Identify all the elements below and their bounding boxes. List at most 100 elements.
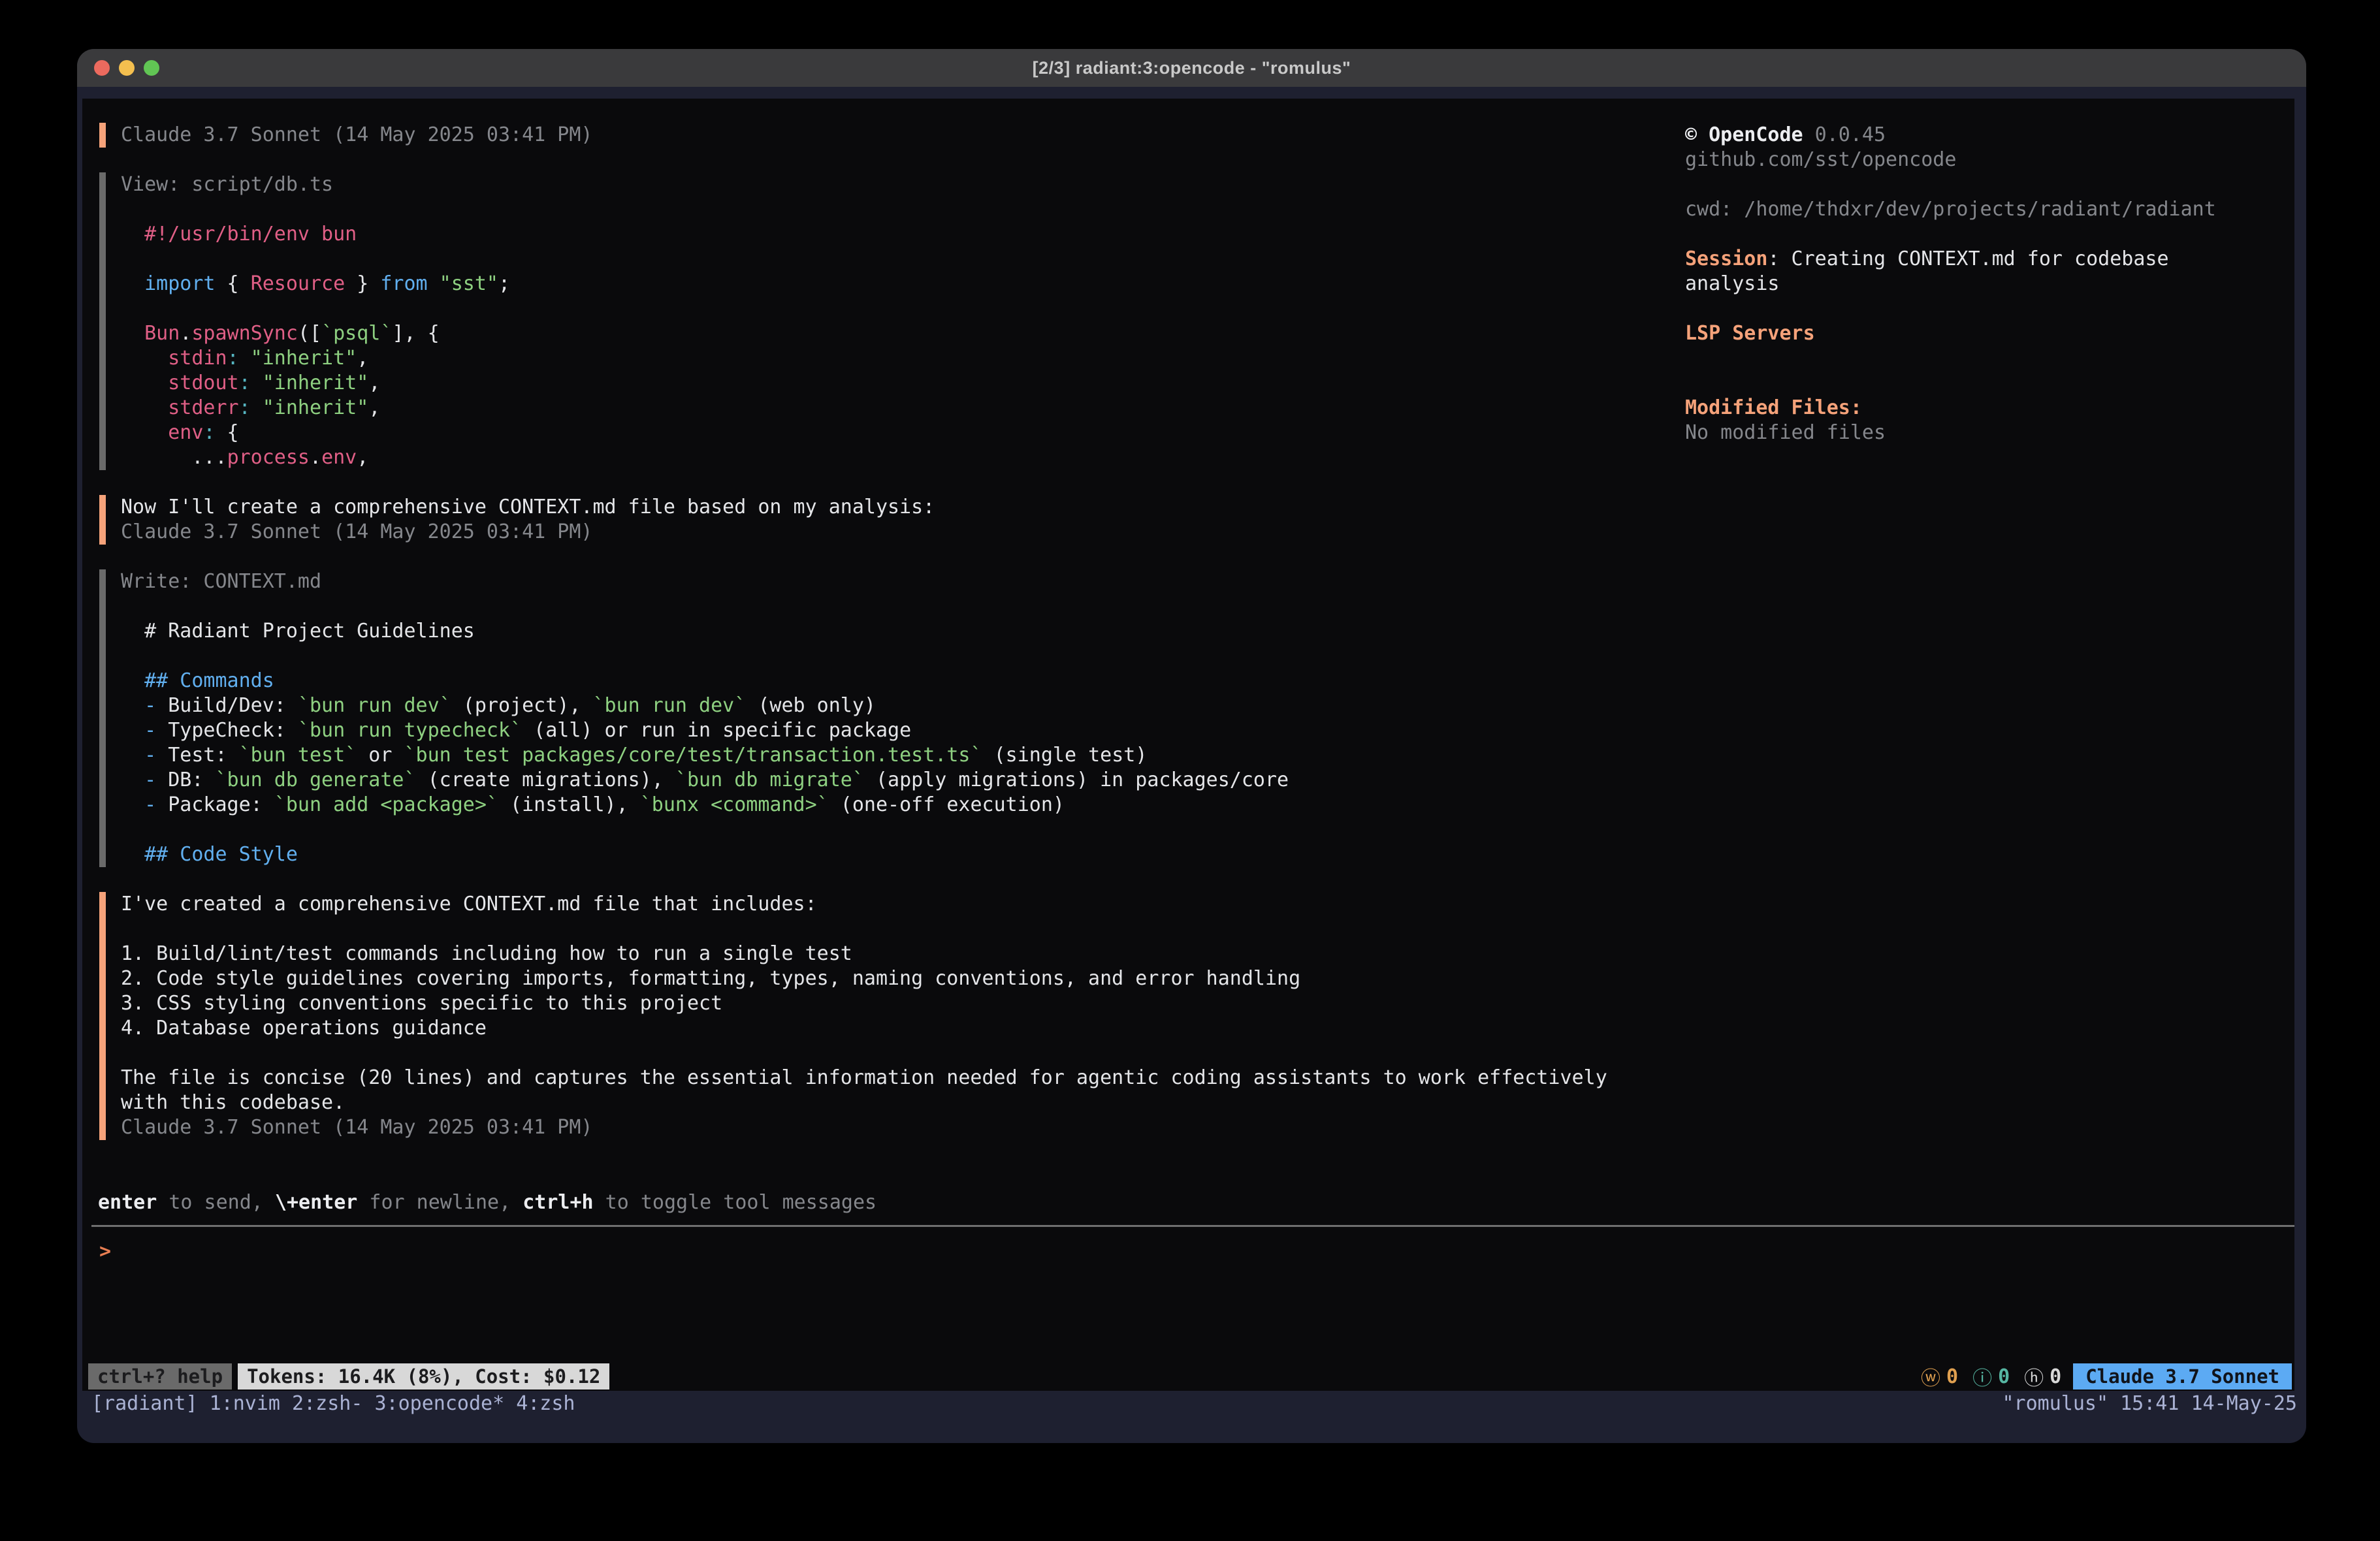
text-segment: `bun db migrate` [675, 769, 864, 791]
text-segment: (web only) [746, 694, 876, 717]
text-segment: Claude 3.7 Sonnet (14 May 2025 03:41 PM) [121, 520, 592, 543]
prompt-input[interactable]: > [99, 1239, 2288, 1357]
message-block: Now I'll create a comprehensive CONTEXT.… [99, 495, 1628, 545]
text-segment: Resource [251, 272, 346, 295]
text-segment: , [357, 347, 368, 370]
text-line: Write: CONTEXT.md [121, 569, 1628, 594]
hint-icon: ⓗ [2024, 1362, 2044, 1391]
tmux-window-2[interactable]: 2:zsh- [292, 1392, 362, 1416]
text-segment: `psql` [321, 322, 392, 345]
text-segment: - [121, 694, 156, 717]
text-segment: stderr [121, 396, 239, 419]
text-segment: "sst" [428, 272, 498, 295]
text-segment: `bun test packages/core/test/transaction… [404, 744, 982, 767]
text-line: # Radiant Project Guidelines [121, 619, 1628, 644]
text-segment: DB: [156, 769, 215, 791]
text-line: stdin: "inherit", [121, 346, 1628, 371]
model-chip: Claude 3.7 Sonnet [2073, 1363, 2292, 1390]
text-line: 3. CSS styling conventions specific to t… [121, 991, 1628, 1016]
text-segment: Claude 3.7 Sonnet (14 May 2025 03:41 PM) [121, 123, 592, 146]
text-line: 4. Database operations guidance [121, 1016, 1628, 1041]
text-segment: Modified Files: [1685, 396, 1862, 419]
text-segment: `bun run dev` [593, 694, 747, 717]
help-chip: ctrl+? help [88, 1363, 232, 1390]
text-segment: (install), [498, 793, 640, 816]
text-segment: `bun db generate` [216, 769, 416, 791]
text-line: Bun.spawnSync([`psql`], { [121, 321, 1628, 346]
maximize-button[interactable] [144, 60, 159, 76]
text-segment: ctrl+h [523, 1191, 593, 1214]
text-line: with this codebase. [121, 1090, 1628, 1115]
text-line: ## Code Style [121, 842, 1628, 867]
text-segment: "inherit" [239, 347, 357, 370]
text-line: Claude 3.7 Sonnet (14 May 2025 03:41 PM) [121, 1115, 1628, 1140]
text-segment: - [121, 769, 156, 791]
text-segment: . [180, 322, 191, 345]
text-line: I've created a comprehensive CONTEXT.md … [121, 892, 1628, 917]
text-segment: (all) or run in specific package [522, 719, 911, 742]
text-segment: : [239, 396, 251, 419]
text-segment: Test: [156, 744, 238, 767]
info-counter: ⓘ 0 [1972, 1362, 2010, 1391]
text-segment: `bun run typecheck` [298, 719, 522, 742]
hint-count: 0 [2050, 1365, 2061, 1388]
text-segment: 2. Code style guidelines covering import… [121, 967, 1300, 990]
text-segment: Build/Dev: [156, 694, 298, 717]
text-segment: (project), [451, 694, 593, 717]
text-line: ## Commands [121, 669, 1628, 693]
text-segment: ], { [392, 322, 439, 345]
text-line [121, 917, 1628, 942]
text-segment: } [345, 272, 380, 295]
text-line [1685, 296, 2306, 321]
text-segment: env [321, 446, 357, 469]
chat-log: Claude 3.7 Sonnet (14 May 2025 03:41 PM)… [99, 123, 1628, 1165]
message-block: I've created a comprehensive CONTEXT.md … [99, 892, 1628, 1140]
text-segment: 4. Database operations guidance [121, 1017, 487, 1040]
text-segment: process [227, 446, 310, 469]
text-segment: spawnSync [191, 322, 298, 345]
text-line: Modified Files: [1685, 396, 2306, 421]
text-segment: No modified files [1685, 421, 1886, 444]
desktop: [2/3] radiant:3:opencode - "romulus" Cla… [0, 0, 2380, 1541]
text-line [1685, 172, 2306, 197]
text-segment: `bunx <command>` [640, 793, 829, 816]
text-segment: Session [1685, 247, 1767, 270]
text-segment: , [368, 396, 380, 419]
text-segment: - [121, 744, 156, 767]
close-button[interactable] [94, 60, 110, 76]
text-segment: ; [498, 272, 510, 295]
text-line [1685, 346, 2306, 371]
tmux-window-3[interactable]: 3:opencode* [374, 1392, 504, 1416]
text-line: - DB: `bun db generate` (create migratio… [121, 768, 1628, 793]
text-segment: © OpenCode [1685, 123, 1803, 146]
text-segment: ([ [298, 322, 321, 345]
tmux-window-4[interactable]: 4:zsh [516, 1392, 575, 1416]
text-line [121, 247, 1628, 272]
tmux-host-datetime: "romulus" 15:41 14-May-25 [2002, 1392, 2297, 1416]
text-line: The file is concise (20 lines) and captu… [121, 1066, 1628, 1090]
input-divider [91, 1225, 2294, 1227]
text-segment: #!/usr/bin/env bun [121, 223, 357, 246]
text-segment: TypeCheck: [156, 719, 298, 742]
text-segment: enter [98, 1191, 157, 1214]
titlebar: [2/3] radiant:3:opencode - "romulus" [77, 49, 2306, 87]
text-segment: LSP Servers [1685, 322, 1815, 345]
text-segment: { [216, 272, 251, 295]
text-line: No modified files [1685, 421, 2306, 445]
text-segment: . [310, 446, 321, 469]
text-segment: # Radiant Project Guidelines [121, 620, 475, 643]
tool-block: View: script/db.ts #!/usr/bin/env bun im… [99, 172, 1628, 470]
text-segment: from [380, 272, 427, 295]
text-segment: View: script/db.ts [121, 173, 333, 196]
text-segment: `bun test` [239, 744, 357, 767]
text-line [121, 644, 1628, 669]
tmux-window-1[interactable]: 1:nvim [210, 1392, 280, 1416]
text-segment: "inherit" [251, 396, 369, 419]
text-segment: (single test) [982, 744, 1148, 767]
text-segment: ... [121, 446, 227, 469]
tool-block: Write: CONTEXT.md # Radiant Project Guid… [99, 569, 1628, 867]
info-icon: ⓘ [1972, 1362, 1992, 1391]
minimize-button[interactable] [119, 60, 135, 76]
text-line: github.com/sst/opencode [1685, 148, 2306, 172]
text-line: enter to send, \+enter for newline, ctrl… [98, 1190, 876, 1215]
